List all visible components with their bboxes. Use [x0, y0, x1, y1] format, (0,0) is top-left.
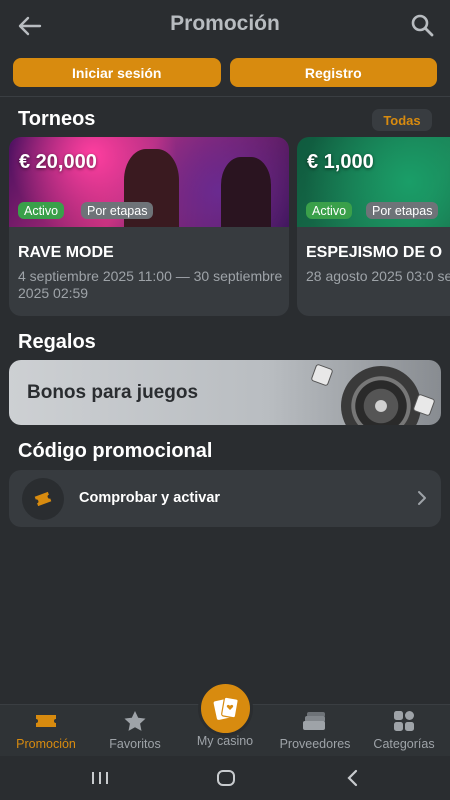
tournament-dates: 28 agosto 2025 03:0 septiembre 2025 02 — [306, 268, 450, 284]
nav-label: Proveedores — [279, 737, 351, 751]
stack-icon — [302, 709, 328, 733]
auth-buttons: Iniciar sesión Registro — [13, 58, 437, 87]
prize-amount: € 20,000 — [19, 151, 97, 173]
tournament-card-espejismo[interactable]: € 1,000 Activo Por etapas ESPEJISMO DE O… — [297, 137, 450, 316]
nav-promocion[interactable]: Promoción — [1, 709, 91, 755]
promo-code-action: Comprobar y activar — [79, 490, 221, 506]
nav-favoritos[interactable]: Favoritos — [90, 709, 180, 755]
grid-icon — [391, 709, 417, 733]
nav-label: Promoción — [16, 737, 76, 751]
system-back-button[interactable] — [340, 767, 364, 789]
chevron-left-icon — [347, 769, 358, 787]
tournament-image: € 20,000 Activo Por etapas — [9, 137, 289, 227]
star-icon — [122, 709, 148, 733]
prize-amount: € 1,000 — [307, 151, 374, 173]
tournament-dates: 4 septiembre 2025 11:00 — 30 septiembre … — [18, 268, 283, 301]
ticket-icon-container — [22, 478, 64, 520]
cards-icon — [213, 696, 239, 720]
tournament-image: € 1,000 Activo Por etapas — [297, 137, 450, 227]
my-casino-label: My casino — [196, 734, 254, 748]
nav-proveedores[interactable]: Proveedores — [270, 709, 360, 755]
divider — [0, 96, 450, 97]
banner-label: Bonos para juegos — [27, 382, 199, 403]
ticket-icon — [33, 709, 59, 733]
stage-badge: Por etapas — [81, 202, 154, 219]
nav-categorias[interactable]: Categorías — [359, 709, 449, 755]
register-button[interactable]: Registro — [229, 58, 437, 87]
tournament-name: ESPEJISMO DE O — [306, 244, 443, 261]
promo-code-title: Código promocional — [18, 440, 213, 462]
tournament-card-rave[interactable]: € 20,000 Activo Por etapas RAVE MODE 4 s… — [9, 137, 289, 316]
dice-illustration — [310, 363, 334, 387]
see-all-tournaments-button[interactable]: Todas — [372, 109, 432, 131]
my-casino-button[interactable] — [198, 681, 253, 736]
recent-apps-button[interactable] — [88, 767, 112, 789]
promo-code-activate-row[interactable]: Comprobar y activar — [9, 470, 441, 527]
tournament-name: RAVE MODE — [18, 244, 114, 261]
app-header: Promoción — [0, 0, 450, 50]
ticket-icon — [34, 491, 52, 507]
nav-label: Categorías — [373, 737, 435, 751]
status-badge: Activo — [306, 202, 353, 219]
recent-apps-icon — [92, 772, 108, 784]
search-icon — [411, 14, 434, 37]
gifts-title: Regalos — [18, 331, 96, 353]
game-bonus-banner[interactable]: Bonos para juegos — [9, 360, 441, 425]
login-button[interactable]: Iniciar sesión — [13, 58, 221, 87]
roulette-illustration — [341, 366, 421, 425]
nav-label: Favoritos — [109, 737, 161, 751]
chevron-right-icon — [418, 491, 426, 505]
page-title: Promoción — [170, 12, 280, 35]
home-button[interactable] — [214, 767, 238, 789]
system-navigation-bar — [0, 756, 450, 800]
search-button[interactable] — [408, 11, 436, 39]
stage-badge: Por etapas — [366, 202, 439, 219]
tournaments-carousel[interactable]: € 20,000 Activo Por etapas RAVE MODE 4 s… — [9, 137, 450, 317]
tournaments-title: Torneos — [18, 108, 96, 130]
home-icon — [217, 770, 235, 786]
status-badge: Activo — [18, 202, 65, 219]
